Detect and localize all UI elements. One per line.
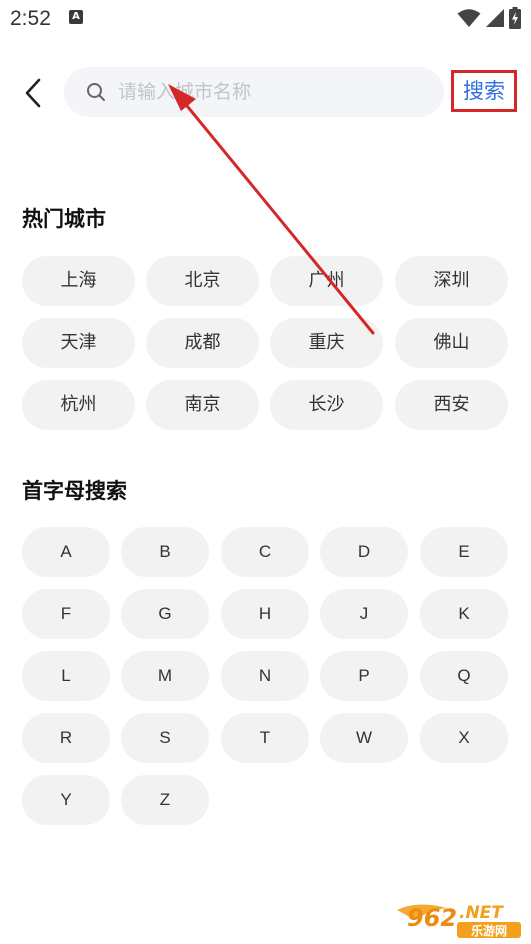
battery-charging-icon	[509, 7, 521, 29]
letter-chip[interactable]: L	[22, 651, 110, 701]
letter-search-title: 首字母搜索	[22, 479, 127, 503]
letter-chip[interactable]: F	[22, 589, 110, 639]
letter-chip[interactable]: C	[221, 527, 309, 577]
watermark-logo: 962 .NET 乐游网	[395, 896, 525, 940]
status-time: 2:52	[10, 7, 51, 30]
watermark-suffix: .NET	[459, 903, 504, 923]
back-button[interactable]	[14, 72, 52, 114]
signal-icon	[486, 9, 504, 27]
letter-chip[interactable]: D	[320, 527, 408, 577]
watermark-number: 962	[407, 904, 457, 932]
search-button[interactable]: 搜索	[451, 70, 517, 112]
a-letter-icon: A	[69, 10, 83, 24]
letter-chip[interactable]: T	[221, 713, 309, 763]
chevron-left-icon	[25, 78, 41, 108]
city-chip[interactable]: 天津	[22, 318, 135, 368]
search-input[interactable]	[118, 81, 418, 103]
letter-chip[interactable]: X	[420, 713, 508, 763]
letter-chip[interactable]: R	[22, 713, 110, 763]
letter-chip[interactable]: Z	[121, 775, 209, 825]
search-box[interactable]	[64, 67, 444, 117]
letter-chip[interactable]: M	[121, 651, 209, 701]
city-chip[interactable]: 深圳	[395, 256, 508, 306]
letter-chip[interactable]: N	[221, 651, 309, 701]
city-chip[interactable]: 西安	[395, 380, 508, 430]
letter-chip[interactable]: A	[22, 527, 110, 577]
status-bar: 2:52 A	[0, 0, 531, 40]
city-chip[interactable]: 杭州	[22, 380, 135, 430]
city-chip[interactable]: 重庆	[270, 318, 383, 368]
letter-chip[interactable]: S	[121, 713, 209, 763]
city-chip[interactable]: 上海	[22, 256, 135, 306]
letter-chip[interactable]: J	[320, 589, 408, 639]
search-icon	[86, 82, 106, 102]
letter-chip[interactable]: B	[121, 527, 209, 577]
status-icons	[457, 6, 521, 30]
city-chip[interactable]: 南京	[146, 380, 259, 430]
city-chip[interactable]: 成都	[146, 318, 259, 368]
letter-chip[interactable]: Y	[22, 775, 110, 825]
letter-chip[interactable]: K	[420, 589, 508, 639]
hot-cities-title: 热门城市	[22, 207, 106, 231]
city-chip[interactable]: 佛山	[395, 318, 508, 368]
city-chip[interactable]: 广州	[270, 256, 383, 306]
letter-chip[interactable]: W	[320, 713, 408, 763]
city-chip[interactable]: 北京	[146, 256, 259, 306]
letter-chip[interactable]: E	[420, 527, 508, 577]
letter-chip[interactable]: P	[320, 651, 408, 701]
letter-chip[interactable]: G	[121, 589, 209, 639]
city-chip[interactable]: 长沙	[270, 380, 383, 430]
letter-chip[interactable]: Q	[420, 651, 508, 701]
watermark-cn: 乐游网	[471, 923, 507, 938]
letter-chip[interactable]: H	[221, 589, 309, 639]
wifi-icon	[457, 9, 481, 27]
